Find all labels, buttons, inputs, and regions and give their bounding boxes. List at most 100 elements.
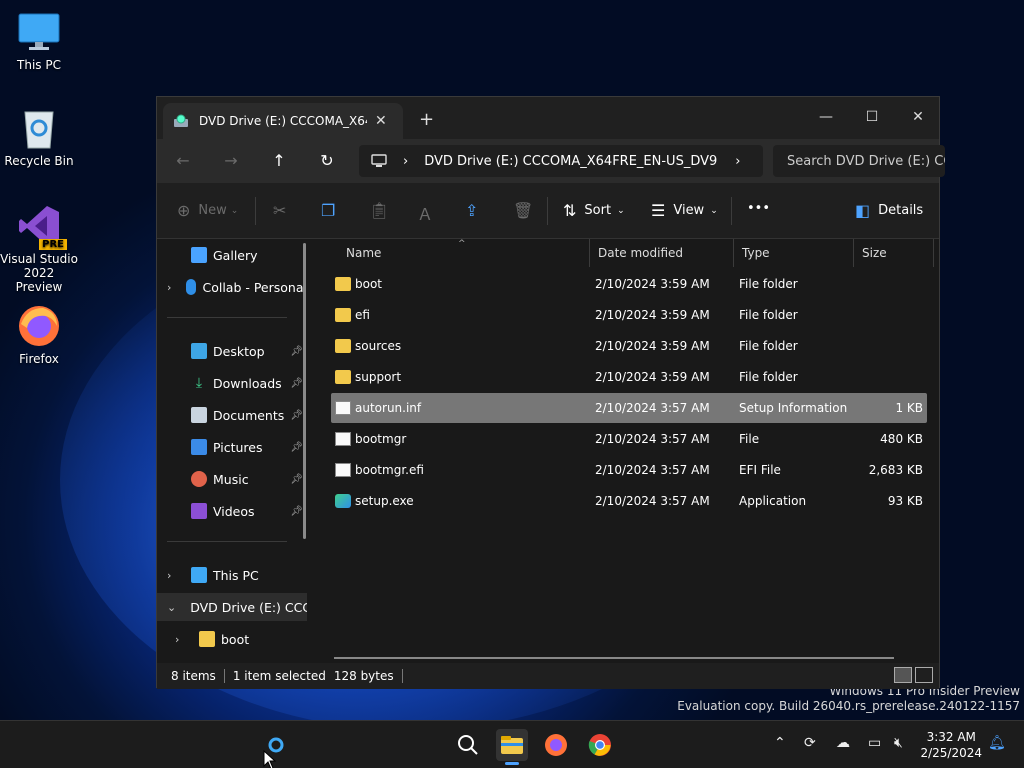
nav-item-music[interactable]: Music 📌︎ <box>157 465 307 493</box>
desktop-icon-this-pc[interactable]: This PC <box>0 10 79 72</box>
file-row-setup[interactable]: setup.exe 2/10/2024 3:57 AM Application … <box>331 486 927 516</box>
file-date: 2/10/2024 3:57 AM <box>595 463 710 477</box>
back-button[interactable]: ← <box>171 151 195 170</box>
notification-bell-icon[interactable]: 🔔︎ <box>988 735 1006 751</box>
details-button[interactable]: ◧ Details <box>855 201 923 220</box>
address-field[interactable]: › DVD Drive (E:) CCCOMA_X64FRE_EN-US_DV9… <box>359 145 763 177</box>
selection-count: 1 item selected <box>232 669 326 683</box>
document-icon <box>191 407 207 423</box>
chevron-right-icon[interactable]: › <box>167 281 178 294</box>
column-header-type[interactable]: Type <box>734 239 854 267</box>
folder-icon <box>335 339 351 353</box>
chevron-down-icon[interactable]: ⌄ <box>167 601 176 614</box>
file-explorer-taskbar-icon[interactable] <box>496 729 528 765</box>
chevron-right-icon[interactable]: › <box>175 633 191 646</box>
nav-label: Music <box>213 471 249 487</box>
file-row-bootmgr-efi[interactable]: bootmgr.efi 2/10/2024 3:57 AM EFI File 2… <box>331 455 927 485</box>
desktop-icon-recycle-bin[interactable]: Recycle Bin <box>0 106 79 168</box>
column-header-date[interactable]: Date modified <box>590 239 734 267</box>
new-button[interactable]: ⊕ New ⌄ <box>177 201 238 220</box>
sync-icon[interactable]: ⟳ <box>804 735 816 751</box>
column-header-name[interactable]: Name ^ <box>338 239 590 267</box>
nav-label: Documents <box>213 407 285 423</box>
file-explorer-window: DVD Drive (E:) CCCOMA_X64FRE_EN-US_DV9 ✕… <box>156 96 945 689</box>
up-button[interactable]: ↑ <box>267 151 291 170</box>
nav-label: boot <box>221 631 250 647</box>
selection-size: 128 bytes <box>333 669 394 683</box>
nav-item-videos[interactable]: Videos 📌︎ <box>157 497 307 525</box>
nav-item-pictures[interactable]: Pictures 📌︎ <box>157 433 307 461</box>
sort-button[interactable]: ⇅ Sort ⌄ <box>563 201 625 220</box>
file-name: sources <box>355 339 402 353</box>
minimize-button[interactable]: — <box>803 103 849 133</box>
file-name: autorun.inf <box>355 401 422 415</box>
close-window-button[interactable]: ✕ <box>895 103 941 133</box>
new-tab-button[interactable]: + <box>419 109 434 130</box>
search-box[interactable]: Search DVD Drive (E:) CCCOMA_X64FRE_EN-U… <box>773 145 945 177</box>
desktop-icon-visual-studio[interactable]: PRE Visual Studio 2022 Preview <box>0 204 79 294</box>
chrome-taskbar-icon[interactable] <box>584 729 616 761</box>
scissors-icon: ✂ <box>273 201 287 220</box>
clock-time: 3:32 AM <box>926 730 976 744</box>
music-icon <box>191 471 207 487</box>
breadcrumb-chevron-icon[interactable]: › <box>735 154 740 169</box>
refresh-button[interactable]: ↻ <box>315 151 339 170</box>
file-row-efi[interactable]: efi 2/10/2024 3:59 AM File folder <box>331 300 927 330</box>
visual-studio-icon: PRE <box>17 204 67 250</box>
cut-button[interactable]: ✂ <box>273 201 294 220</box>
file-row-boot[interactable]: boot 2/10/2024 3:59 AM File folder <box>331 269 927 299</box>
view-label: View <box>673 203 705 218</box>
file-row-support[interactable]: support 2/10/2024 3:59 AM File folder <box>331 362 927 392</box>
file-type: Application <box>739 494 807 508</box>
rename-button[interactable]: Ａ <box>417 201 441 225</box>
nav-item-desktop[interactable]: Desktop 📌︎ <box>157 337 307 365</box>
system-clock[interactable]: 3:32 AM 2/25/2024 <box>920 729 982 761</box>
nav-item-this-pc[interactable]: › This PC <box>157 561 307 589</box>
pin-icon: 📌︎ <box>290 441 303 453</box>
details-pane-icon: ◧ <box>855 201 871 220</box>
onedrive-cloud-icon[interactable]: ☁ <box>836 735 850 751</box>
copy-button[interactable]: ❐ <box>321 201 343 220</box>
nav-item-gallery[interactable]: Gallery <box>157 241 307 269</box>
file-date: 2/10/2024 3:59 AM <box>595 370 710 384</box>
tab-title: DVD Drive (E:) CCCOMA_X64FRE_EN-US_DV9 <box>199 114 367 128</box>
maximize-button[interactable]: ☐ <box>849 103 895 133</box>
details-label: Details <box>878 203 924 218</box>
share-button[interactable]: ⇪ <box>465 201 486 220</box>
volume-muted-icon[interactable]: 🔇︎ <box>894 735 903 751</box>
nav-item-boot[interactable]: › boot <box>157 625 307 653</box>
title-bar[interactable]: DVD Drive (E:) CCCOMA_X64FRE_EN-US_DV9 ✕… <box>157 97 939 139</box>
paste-button[interactable]: 📋︎ <box>369 201 397 220</box>
details-view-icon[interactable] <box>894 667 912 683</box>
nav-item-dvd-drive[interactable]: ⌄ DVD Drive (E:) CCCOMA_X64FRE_EN-US_DV9 <box>157 593 307 621</box>
horizontal-scrollbar[interactable] <box>334 657 894 659</box>
chevron-right-icon[interactable]: › <box>167 569 183 582</box>
delete-button[interactable]: 🗑︎ <box>513 201 541 220</box>
firefox-icon <box>17 304 61 348</box>
column-header-size[interactable]: Size <box>854 239 934 267</box>
nav-item-documents[interactable]: Documents 📌︎ <box>157 401 307 429</box>
firefox-taskbar-icon[interactable] <box>540 729 572 761</box>
tab-dvd-drive[interactable]: DVD Drive (E:) CCCOMA_X64FRE_EN-US_DV9 ✕ <box>163 103 403 139</box>
forward-button[interactable]: → <box>219 151 243 170</box>
tiles-view-icon[interactable] <box>915 667 933 683</box>
desktop-icon-firefox[interactable]: Firefox <box>0 304 79 366</box>
view-button[interactable]: ☰ View ⌄ <box>651 201 718 220</box>
file-name: efi <box>355 308 370 322</box>
nav-item-downloads[interactable]: ⤓ Downloads 📌︎ <box>157 369 307 397</box>
desktop-icon-label: This PC <box>17 58 61 72</box>
show-hidden-icons-chevron-icon[interactable]: ⌃ <box>774 735 786 751</box>
file-row-sources[interactable]: sources 2/10/2024 3:59 AM File folder <box>331 331 927 361</box>
nav-scrollbar[interactable] <box>303 243 306 539</box>
file-row-autorun[interactable]: autorun.inf 2/10/2024 3:57 AM Setup Info… <box>331 393 927 423</box>
close-tab-icon[interactable]: ✕ <box>375 113 387 129</box>
file-row-bootmgr[interactable]: bootmgr 2/10/2024 3:57 AM File 480 KB <box>331 424 927 454</box>
file-name: boot <box>355 277 383 291</box>
sort-label: Sort <box>584 203 612 218</box>
clipboard-icon: 📋︎ <box>369 201 390 220</box>
search-icon[interactable] <box>452 729 484 761</box>
nav-item-collab[interactable]: › Collab - Personal <box>157 273 307 301</box>
file-size: 1 KB <box>895 401 923 415</box>
network-icon[interactable]: ▭ <box>868 735 881 751</box>
more-options-button[interactable]: ••• <box>747 201 770 216</box>
